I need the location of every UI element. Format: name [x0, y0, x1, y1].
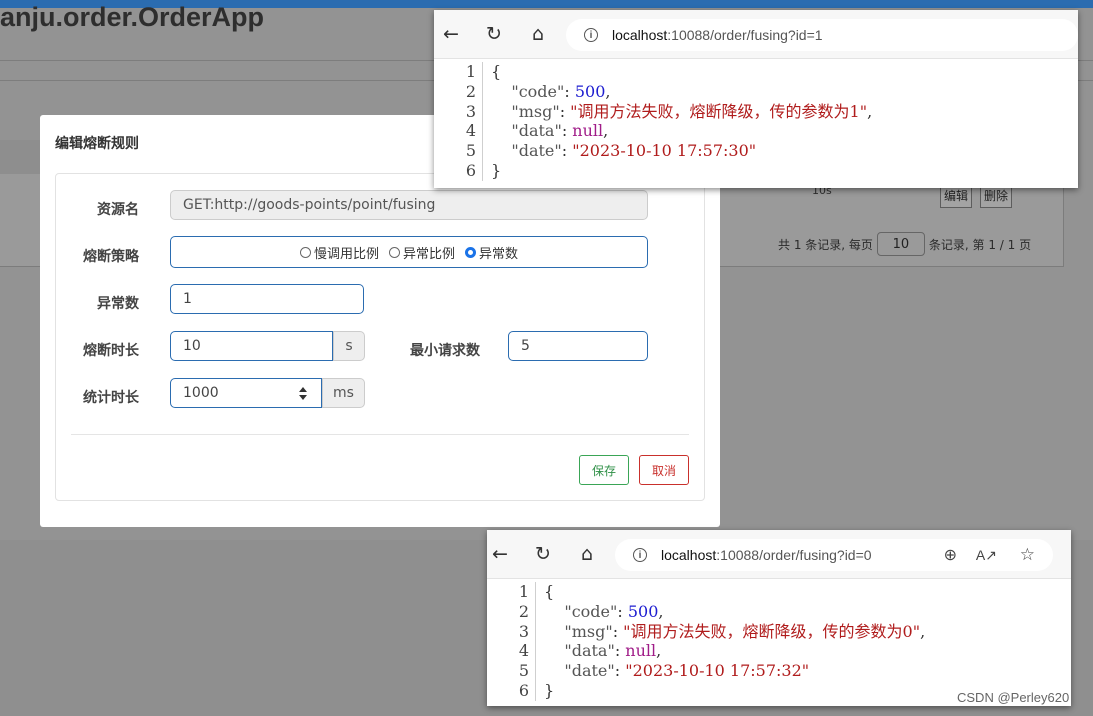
site-info-icon[interactable]: i	[584, 28, 598, 42]
reload-icon[interactable]: ↻	[532, 543, 554, 565]
json-date-value: "2023-10-10 17:57:30"	[572, 141, 757, 161]
cancel-button[interactable]: 取消	[639, 455, 689, 485]
json-response: 1{ 2 "code": 500, 3 "msg": "调用方法失败，熔断降级，…	[518, 582, 926, 701]
json-date-value: "2023-10-10 17:57:32"	[625, 661, 810, 681]
browser-window-id-0: ← ↻ ⌂ i localhost:10088/order/fusing?id=…	[487, 530, 1071, 706]
watermark: CSDN @Perley620	[957, 690, 1070, 705]
url-path: :10088/order/fusing?id=1	[667, 27, 823, 43]
dialog-form: 资源名 GET:http://goods-points/point/fusing…	[55, 173, 705, 501]
stat-duration-unit-addon: ms	[322, 378, 365, 408]
json-msg-value: "调用方法失败，熔断降级，传的参数为1"	[570, 101, 868, 121]
radio-label: 异常比例	[402, 246, 455, 262]
address-bar[interactable]: i localhost:10088/order/fusing?id=1	[566, 19, 1078, 51]
exception-count-input[interactable]: 1	[170, 284, 364, 314]
back-arrow-icon[interactable]: ←	[440, 23, 462, 45]
stat-duration-label: 统计时长	[83, 390, 139, 406]
radio-exception-ratio[interactable]: 异常比例	[388, 243, 455, 262]
radio-label: 异常数	[479, 246, 519, 262]
min-request-label: 最小请求数	[410, 343, 480, 359]
background-pager: 共 1 条记录, 每页 10 条记录, 第 1 / 1 页	[778, 232, 1031, 256]
json-data-value: null	[572, 121, 604, 141]
radio-circle-icon[interactable]	[299, 246, 311, 258]
radio-circle-icon[interactable]	[388, 246, 400, 258]
stat-duration-value: 1000	[183, 385, 219, 401]
zoom-icon[interactable]: ⊕	[944, 545, 957, 565]
url-host: localhost	[612, 27, 668, 43]
exception-count-label: 异常数	[97, 296, 139, 312]
json-code-value: 500	[627, 601, 659, 621]
json-msg-value: "调用方法失败，熔断降级，传的参数为0"	[623, 621, 921, 641]
json-code-value: 500	[574, 81, 606, 101]
page-size-input[interactable]: 10	[876, 232, 925, 256]
strategy-label: 熔断策略	[83, 249, 139, 265]
save-button[interactable]: 保存	[579, 455, 629, 485]
duration-unit-addon: s	[333, 331, 365, 361]
pager-suffix: 条记录, 第 1 / 1 页	[928, 237, 1032, 252]
browser-window-id-1: ← ↻ ⌂ i localhost:10088/order/fusing?id=…	[434, 10, 1078, 188]
break-duration-input[interactable]: 10	[170, 331, 333, 361]
back-arrow-icon[interactable]: ←	[489, 543, 511, 565]
address-bar[interactable]: i localhost:10088/order/fusing?id=0 ⊕ A↗…	[615, 539, 1053, 571]
break-duration-label: 熔断时长	[83, 343, 139, 359]
radio-label: 慢调用比例	[313, 246, 379, 262]
url-host: localhost	[661, 547, 717, 563]
pager-prefix: 共 1 条记录, 每页	[778, 237, 873, 252]
radio-selected-icon[interactable]	[465, 246, 476, 258]
home-icon[interactable]: ⌂	[576, 543, 598, 565]
url-path: :10088/order/fusing?id=0	[716, 547, 872, 563]
site-info-icon[interactable]: i	[633, 548, 647, 562]
browser-toolbar: ← ↻ ⌂ i localhost:10088/order/fusing?id=…	[487, 530, 1071, 579]
resource-name-label: 资源名	[97, 202, 139, 218]
read-aloud-icon[interactable]: A↗	[976, 547, 997, 564]
strategy-radio-group: 慢调用比例 异常比例 异常数	[170, 236, 648, 268]
app-title: anju.order.OrderApp	[0, 2, 265, 32]
browser-toolbar: ← ↻ ⌂ i localhost:10088/order/fusing?id=…	[434, 10, 1078, 59]
resource-name-field: GET:http://goods-points/point/fusing	[170, 190, 648, 220]
radio-slow-call-ratio[interactable]: 慢调用比例	[299, 243, 379, 262]
dialog-title: 编辑熔断规则	[55, 136, 139, 152]
number-spinner-icon[interactable]	[299, 387, 307, 400]
form-divider	[71, 434, 689, 435]
min-request-input[interactable]: 5	[508, 331, 648, 361]
stat-duration-input[interactable]: 1000	[170, 378, 322, 408]
radio-exception-count[interactable]: 异常数	[465, 243, 518, 262]
json-response: 1{ 2 "code": 500, 3 "msg": "调用方法失败，熔断降级，…	[465, 62, 873, 181]
favorite-star-icon[interactable]: ☆	[1020, 545, 1035, 565]
reload-icon[interactable]: ↻	[483, 23, 505, 45]
home-icon[interactable]: ⌂	[527, 23, 549, 45]
json-data-value: null	[625, 641, 657, 661]
